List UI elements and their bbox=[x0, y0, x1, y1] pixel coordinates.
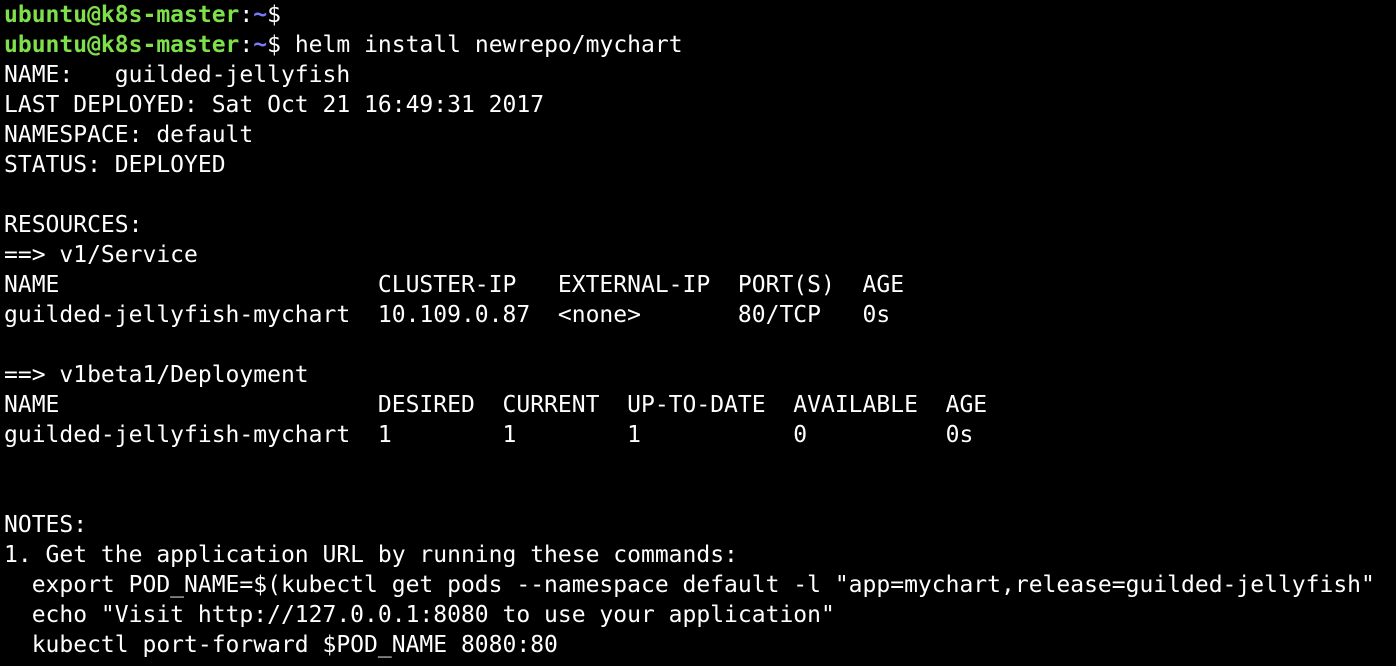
prompt-line: ubuntu@k8s-master:~$ bbox=[4, 0, 1396, 30]
service-table-header: NAME CLUSTER-IP EXTERNAL-IP PORT(S) AGE bbox=[4, 272, 905, 298]
command-text: helm install newrepo/mychart bbox=[280, 32, 683, 58]
notes-export-command: export POD_NAME=$(kubectl get pods --nam… bbox=[4, 572, 1375, 598]
deployment-table-header: NAME DESIRED CURRENT UP-TO-DATE AVAILABL… bbox=[4, 392, 988, 418]
prompt-separator: : bbox=[239, 32, 254, 58]
output-resources-heading: RESOURCES: bbox=[4, 212, 143, 238]
output-deployment-heading: ==> v1beta1/Deployment bbox=[4, 362, 309, 388]
prompt-symbol: $ bbox=[267, 32, 281, 58]
prompt-line: ubuntu@k8s-master:~$ helm install newrep… bbox=[4, 30, 1396, 60]
prompt-user-host: ubuntu@k8s-master bbox=[4, 32, 240, 58]
output-status: STATUS: DEPLOYED bbox=[4, 152, 226, 178]
prompt-user-host: ubuntu@k8s-master bbox=[4, 2, 240, 28]
notes-echo-command: echo "Visit http://127.0.0.1:8080 to use… bbox=[4, 602, 835, 628]
output-last-deployed: LAST DEPLOYED: Sat Oct 21 16:49:31 2017 bbox=[4, 92, 545, 118]
prompt-symbol: $ bbox=[267, 2, 281, 28]
notes-step-1: 1. Get the application URL by running th… bbox=[4, 542, 738, 568]
prompt-separator: : bbox=[239, 2, 254, 28]
output-notes-heading: NOTES: bbox=[4, 512, 88, 538]
prompt-path: ~ bbox=[253, 32, 268, 58]
output-namespace: NAMESPACE: default bbox=[4, 122, 254, 148]
deployment-table-row: guilded-jellyfish-mychart 1 1 1 0 0s bbox=[4, 422, 974, 448]
output-release-name: NAME: guilded-jellyfish bbox=[4, 62, 351, 88]
output-service-heading: ==> v1/Service bbox=[4, 242, 198, 268]
service-table-row: guilded-jellyfish-mychart 10.109.0.87 <n… bbox=[4, 302, 891, 328]
notes-port-forward-command: kubectl port-forward $POD_NAME 8080:80 bbox=[4, 632, 558, 658]
prompt-path: ~ bbox=[253, 2, 268, 28]
terminal-window[interactable]: ubuntu@k8s-master:~$ ubuntu@k8s-master:~… bbox=[0, 0, 1396, 666]
